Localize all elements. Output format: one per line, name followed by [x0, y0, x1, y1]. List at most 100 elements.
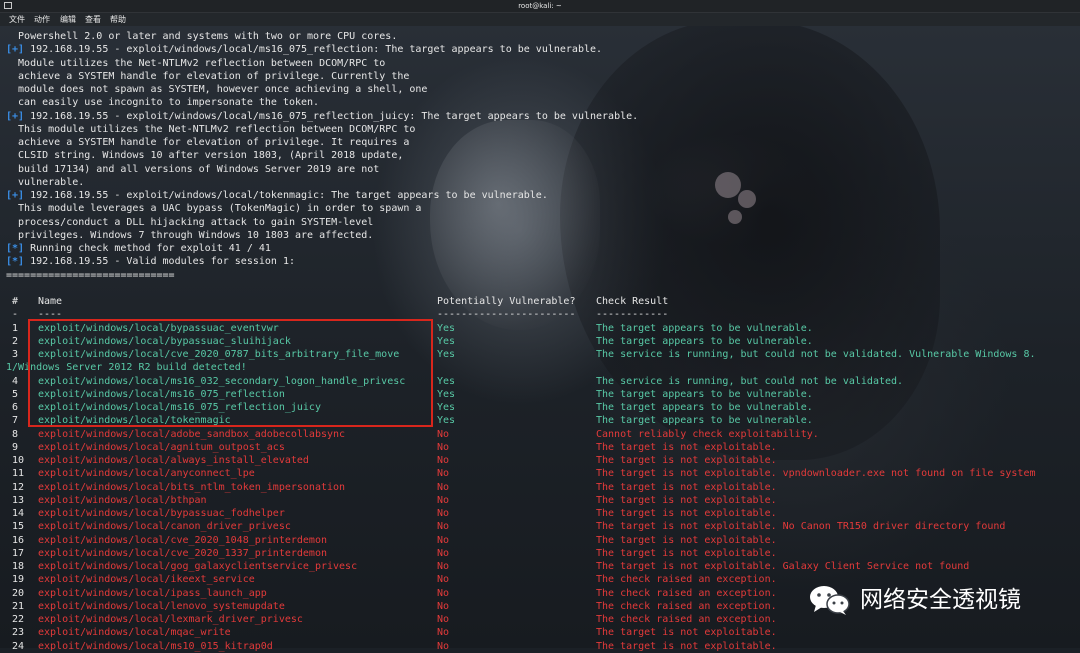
output-line: This module utilizes the Net-NTLMv2 refl…: [6, 123, 1076, 136]
table-underline-result: ------------: [596, 309, 669, 321]
table-row-num: 3: [12, 349, 19, 360]
output-text: Module utilizes the Net-NTLMv2 reflectio…: [6, 57, 386, 69]
output-text: Running check method for exploit 41 / 41: [24, 243, 271, 254]
output-line: Module utilizes the Net-NTLMv2 reflectio…: [6, 57, 1076, 70]
table-row-vuln: No: [437, 587, 450, 599]
table-row-result: The check raised an exception.: [596, 574, 777, 586]
table-row-vuln: No: [437, 614, 450, 625]
output-line: [+] 192.168.19.55 - exploit/windows/loca…: [6, 43, 1076, 56]
output-line: module does not spawn as SYSTEM, however…: [6, 83, 1076, 96]
output-text: achieve a SYSTEM handle for elevation of…: [6, 137, 410, 148]
output-line: achieve a SYSTEM handle for elevation of…: [6, 70, 1076, 83]
table-row-name: exploit/windows/local/canon_driver_prive…: [38, 521, 291, 533]
table-row-num: 13: [12, 494, 25, 506]
output-text: 192.168.19.55 - exploit/windows/local/to…: [24, 190, 548, 201]
table-row-result: The service is running, but could not be…: [596, 349, 1036, 360]
table-row-name: exploit/windows/local/bthpan: [38, 494, 207, 506]
menu-file[interactable]: 文件: [9, 13, 25, 26]
table-row: 15 exploit/windows/local/canon_driver_pri…: [6, 520, 1076, 533]
output-line: can easily use incognito to impersonate …: [6, 96, 1076, 109]
table-row-num: 9: [12, 441, 19, 453]
table-row-result: The check raised an exception.: [596, 587, 777, 599]
watermark-text: 网络安全透视镜: [860, 587, 1021, 613]
table-row-name: exploit/windows/local/ms10_015_kitrap0d: [38, 640, 273, 652]
menu-action[interactable]: 动作: [34, 13, 50, 26]
output-line: CLSID string. Windows 10 after version 1…: [6, 149, 1076, 162]
table-row-result: The target appears to be vulnerable.: [596, 402, 813, 413]
table-row-vuln: No: [437, 640, 450, 652]
table-header-num: #: [12, 296, 19, 307]
table-row-result: The target is not exploitable.: [596, 455, 777, 466]
table-row-num: 16: [12, 534, 25, 546]
table-row-result: The target is not exploitable. Galaxy Cl…: [596, 561, 970, 572]
table-row-num: 17: [12, 547, 25, 559]
table-row-num: 20: [12, 587, 25, 599]
table-row-name: exploit/windows/local/cve_2020_1337_prin…: [38, 547, 327, 559]
output-line: build 17134) and all versions of Windows…: [6, 163, 1076, 176]
table-row-vuln: No: [437, 508, 450, 519]
table-header-name: Name: [38, 296, 63, 307]
output-line: Powershell 2.0 or later and systems with…: [6, 30, 1076, 43]
table-row-result: The check raised an exception.: [596, 600, 777, 612]
table-row-result: The target is not exploitable.: [596, 441, 777, 453]
table-underline-num: -: [12, 309, 19, 321]
output-text: build 17134) and all versions of Windows…: [6, 163, 380, 175]
output-line: vulnerable.: [6, 176, 1076, 189]
output-line: [*] 192.168.19.55 - Valid modules for se…: [6, 255, 1076, 268]
table-row-num: 14: [12, 508, 25, 519]
output-line: This module leverages a UAC bypass (Toke…: [6, 202, 1076, 215]
table-row-vuln: No: [437, 534, 450, 546]
table-row-vuln: No: [437, 441, 450, 453]
table-row-vuln: Yes: [437, 375, 456, 387]
output-text: Powershell 2.0 or later and systems with…: [6, 31, 398, 42]
table-row: 10 exploit/windows/local/always_install_e…: [6, 454, 1076, 467]
table-row-name: exploit/windows/local/anyconnect_lpe: [38, 468, 255, 480]
output-line: achieve a SYSTEM handle for elevation of…: [6, 136, 1076, 149]
table-row-name: exploit/windows/local/ikeext_service: [38, 574, 255, 586]
output-text: achieve a SYSTEM handle for elevation of…: [6, 70, 410, 82]
table-row-result: The service is running, but could not be…: [596, 375, 904, 387]
table-row-vuln: Yes: [437, 415, 456, 427]
table-row-vuln: Yes: [437, 402, 456, 413]
status-prefix: [*]: [6, 243, 25, 254]
table-row-name: exploit/windows/local/adobe_sandbox_adob…: [38, 428, 346, 440]
table-row-num: 7: [12, 415, 19, 427]
output-line: ============================: [6, 269, 1076, 282]
table-row-num: 2: [12, 335, 19, 347]
table-row-num: 23: [12, 627, 25, 639]
output-text: This module utilizes the Net-NTLMv2 refl…: [6, 123, 416, 135]
output-text: 192.168.19.55 - exploit/windows/local/ms…: [24, 110, 639, 122]
table-row: 24 exploit/windows/local/ms10_015_kitrap0…: [6, 640, 1076, 653]
table-header: # Name Potentially Vulnerable? Check Result: [6, 295, 1076, 308]
menu-help[interactable]: 帮助: [110, 13, 126, 26]
table-row-result: The target is not exploitable.: [596, 640, 777, 652]
window-titlebar: root@kali: ~: [0, 0, 1080, 13]
table-row-num: 4: [12, 375, 19, 387]
table-row-name: exploit/windows/local/lenovo_systemupdat…: [38, 600, 285, 612]
table-row: 18 exploit/windows/local/gog_galaxyclient…: [6, 560, 1076, 573]
table-row-num: 18: [12, 561, 25, 572]
status-prefix: [*]: [6, 256, 25, 268]
table-row-result: The target is not exploitable.: [596, 534, 777, 546]
menu-view[interactable]: 查看: [85, 13, 101, 26]
table-header-vuln: Potentially Vulnerable?: [437, 296, 576, 307]
table-row-name: exploit/windows/local/bits_ntlm_token_im…: [38, 481, 346, 493]
table-row-name: exploit/windows/local/always_install_ele…: [38, 455, 309, 466]
table-header-result: Check Result: [596, 296, 669, 307]
output-text: ============================: [6, 269, 175, 281]
output-text: 192.168.19.55 - exploit/windows/local/ms…: [24, 44, 603, 56]
table-row: 13 exploit/windows/local/bthpan No The targ…: [6, 494, 1076, 507]
table-row: 11 exploit/windows/local/anyconnect_lpe No…: [6, 467, 1076, 480]
table-row: 8 exploit/windows/local/adobe_sandbox_ado…: [6, 428, 1076, 441]
table-row-num: 11: [12, 468, 25, 480]
table-row-num: 15: [12, 521, 25, 533]
table-row-vuln: Yes: [437, 335, 456, 347]
menu-edit[interactable]: 编辑: [60, 13, 76, 26]
table-row-result: The target is not exploitable.: [596, 547, 777, 559]
table-row-num: 19: [12, 574, 25, 586]
table-row-vuln: No: [437, 627, 450, 639]
table-row-vuln: No: [437, 574, 450, 586]
table-row-result: The target is not exploitable.: [596, 494, 777, 506]
table-row: 16 exploit/windows/local/cve_2020_1048_pr…: [6, 534, 1076, 547]
